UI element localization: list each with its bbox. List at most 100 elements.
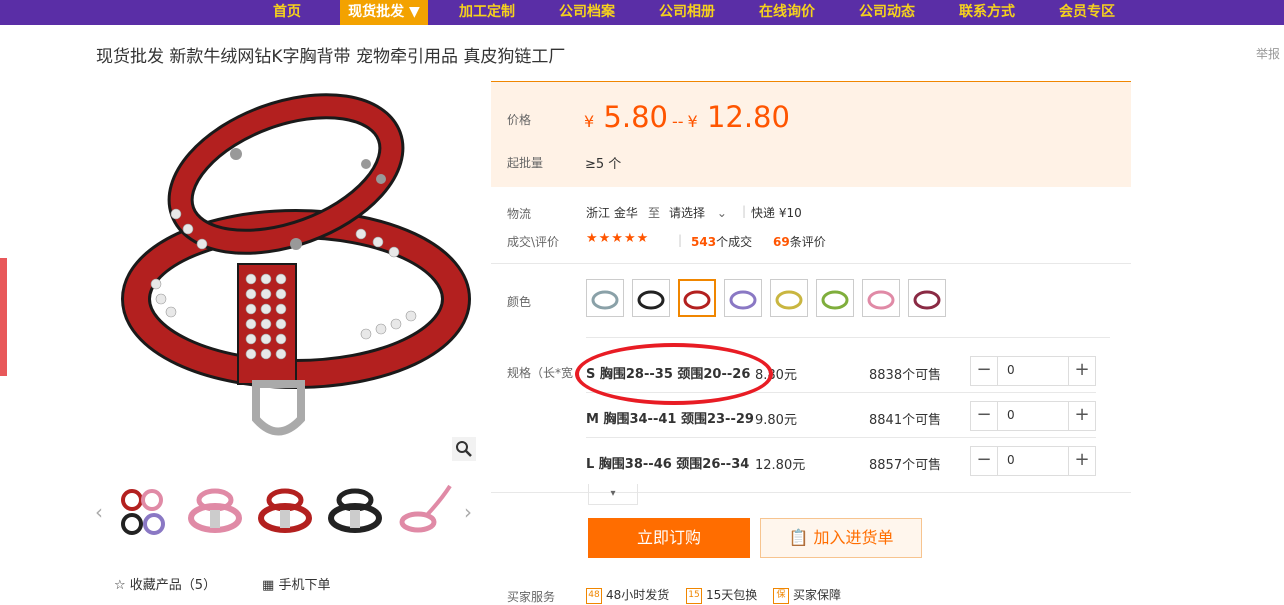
thumbnail-5[interactable] [396,480,454,544]
divider [586,337,1110,338]
thumbnail-2[interactable] [186,480,244,544]
quantity-input[interactable]: 0 [1007,408,1015,422]
nav-item-news[interactable]: 公司动态 [850,0,924,25]
deals-count[interactable]: 543个成交 [691,233,752,250]
spec-label: 规格（长*宽 [507,366,574,380]
moq-value: ≥5 个 [585,157,622,172]
guarantee-icon: 保 [773,587,789,604]
thumbnail-strip [94,476,484,548]
add-to-cart-label: 加入进货单 [813,528,894,547]
add-to-cart-button[interactable]: 📋 加入进货单 [760,518,922,558]
nav-item-contact[interactable]: 联系方式 [950,0,1024,25]
plus-button[interactable]: + [1068,357,1095,385]
divider [586,437,1096,438]
minus-button[interactable]: − [971,447,998,475]
destination-select[interactable]: 请选择 ⌄ [669,204,727,221]
chevron-down-icon: ▾ [610,488,616,499]
favorite-button[interactable]: ☆ 收藏产品（5） [114,574,216,593]
spec-stock-s: 8838个可售 [869,368,942,383]
top-nav: 首页 现货批发 ▼ 加工定制 公司档案 公司相册 在线询价 公司动态 联系方式 … [0,0,1284,25]
thumbnail-4[interactable] [326,480,384,544]
mobile-order-label: 手机下单 [278,578,331,593]
spec-name-m: M 胸围34--41 颈围23--29 [586,412,754,427]
color-swatch-black[interactable] [632,279,670,317]
expand-specs-button[interactable]: ▾ [588,484,638,505]
quantity-input[interactable]: 0 [1007,453,1015,467]
exchange-15d-icon: 15 [686,587,702,604]
nav-item-album[interactable]: 公司相册 [650,0,724,25]
logistics-origin: 浙江 金华 [586,206,638,220]
rating-stars: ★★★★★ [586,231,650,246]
clipboard-icon: 📋 [788,528,809,547]
thumbnail-3[interactable] [256,480,314,544]
nav-item-inquiry[interactable]: 在线询价 [750,0,824,25]
product-main-image [121,93,471,436]
spec-stock-m: 8841个可售 [869,413,942,428]
divider: | [678,233,683,247]
divider: | [742,204,747,218]
price-label: 价格 [507,113,532,127]
spec-name-l: L 胸围38--46 颈围26--34 [586,457,750,472]
spec-price-l: 12.80元 [755,458,806,473]
spec-stock-l: 8857个可售 [869,458,942,473]
star-outline-icon: ☆ [114,578,126,593]
favorite-label: 收藏产品（5） [129,578,217,593]
spec-price-m: 9.80元 [755,413,797,428]
zoom-icon[interactable] [452,437,476,461]
ship-48h-icon: 48 [586,587,602,604]
thumbnail-1[interactable] [114,480,172,544]
color-swatch-pink[interactable] [862,279,900,317]
color-swatch-wine[interactable] [908,279,946,317]
price-range: ¥ 5.80 -- ¥ 12.80 [584,100,790,134]
logistics-label: 物流 [507,207,532,221]
chevron-down-icon: ⌄ [716,206,727,220]
quantity-stepper-s: − 0 + [970,356,1096,386]
nav-item-profile[interactable]: 公司档案 [550,0,624,25]
color-swatch-green[interactable] [816,279,854,317]
price-low: 5.80 [603,100,668,134]
color-swatch-purple[interactable] [724,279,762,317]
minus-button[interactable]: − [971,402,998,430]
deals-label: 成交\评价 [507,235,560,249]
quantity-input[interactable]: 0 [1007,363,1015,377]
buy-now-button[interactable]: 立即订购 [588,518,750,558]
color-swatch-gray-blue[interactable] [586,279,624,317]
reviews-number: 69 [773,235,790,249]
nav-item-custom[interactable]: 加工定制 [450,0,524,25]
service-item[interactable]: 48 48小时发货 [586,586,669,604]
thumb-next-icon[interactable]: › [464,500,472,524]
nav-item-wholesale[interactable]: 现货批发 ▼ [340,0,428,25]
color-swatch-red[interactable] [678,279,716,317]
moq-label: 起批量 [507,156,544,170]
currency-symbol: ¥ [584,112,595,131]
service-item[interactable]: 保买家保障 [773,586,841,604]
quantity-stepper-m: − 0 + [970,401,1096,431]
annotation-circle [575,343,773,405]
reviews-suffix: 条评价 [789,235,826,249]
service-item[interactable]: 15 15天包换 [686,586,757,604]
plus-button[interactable]: + [1068,447,1095,475]
deals-number: 543 [691,235,717,249]
mobile-order-button[interactable]: ▦ 手机下单 [262,574,330,593]
logistics-to: 至 [648,206,661,220]
side-float-tab[interactable] [0,258,7,376]
deals-suffix: 个成交 [716,235,753,249]
color-swatch-yellow[interactable] [770,279,808,317]
product-title: 现货批发 新款牛绒网钻K字胸背带 宠物牵引用品 真皮狗链工厂 [96,47,566,67]
plus-button[interactable]: + [1068,402,1095,430]
express-fee: 快递 ¥10 [751,206,802,220]
price-high: 12.80 [706,100,790,134]
services-label: 买家服务 [507,590,556,604]
destination-select-label: 请选择 [669,206,706,220]
color-label: 颜色 [507,295,532,309]
nav-item-member[interactable]: 会员专区 [1050,0,1124,25]
nav-item-home[interactable]: 首页 [258,0,316,25]
qrcode-icon: ▦ [262,578,275,593]
report-link[interactable]: 举报 [1256,45,1280,62]
divider [491,492,1131,493]
minus-button[interactable]: − [971,357,998,385]
quantity-stepper-l: − 0 + [970,446,1096,476]
price-separator: -- [671,112,684,131]
divider [491,263,1131,264]
reviews-count[interactable]: 69条评价 [773,233,826,250]
